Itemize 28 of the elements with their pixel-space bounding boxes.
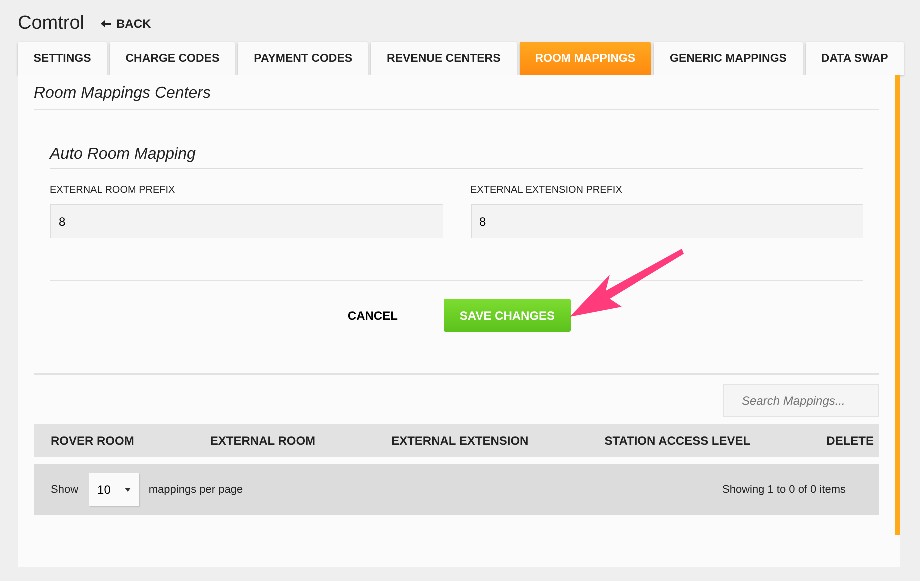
show-label: Show — [51, 484, 79, 496]
column-header: ROVER ROOM — [51, 434, 134, 448]
cancel-button[interactable]: CANCEL — [342, 308, 404, 324]
column-header: STATION ACCESS LEVEL — [604, 434, 751, 448]
tab[interactable]: REVENUE CENTERS — [371, 42, 516, 75]
back-link[interactable]: BACK — [100, 17, 152, 31]
caret-icon — [124, 488, 131, 492]
search-field[interactable]: Search Mappings... — [723, 384, 879, 417]
section-title: Auto Room Mapping — [50, 146, 863, 169]
column-header: EXTERNAL EXTENSION — [392, 434, 529, 448]
column-header: EXTERNAL ROOM — [210, 434, 316, 448]
tab[interactable]: SETTINGS — [18, 42, 107, 75]
page-size-dropdown[interactable]: 10 — [88, 473, 139, 506]
panel-title: Room Mappings Centers — [34, 75, 879, 110]
items-summary: Showing 1 to 0 of 0 items — [722, 484, 846, 496]
app-title: Comtrol — [18, 13, 85, 35]
field-label: EXTERNAL ROOM PREFIX — [50, 185, 176, 196]
tab[interactable]: PAYMENT CODES — [238, 42, 368, 75]
input-field[interactable]: 8 — [470, 204, 863, 238]
left-arrow-icon — [100, 20, 111, 28]
scrollbar[interactable] — [895, 75, 900, 535]
tab[interactable]: GENERIC MAPPINGS — [654, 42, 803, 75]
per-page-label: mappings per page — [148, 484, 244, 496]
tab[interactable]: CHARGE CODES — [110, 42, 236, 75]
field-label: EXTERNAL EXTENSION PREFIX — [470, 185, 624, 196]
tab[interactable]: DATA SWAP — [806, 42, 904, 75]
input-field[interactable]: 8 — [50, 204, 442, 238]
column-header: DELETE — [826, 434, 874, 448]
